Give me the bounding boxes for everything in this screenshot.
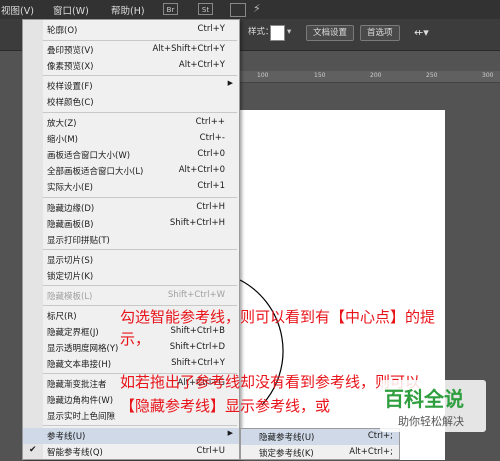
watermark-title: 百科全说 xyxy=(384,387,464,411)
menu-item-hide-text-threads[interactable]: 隐藏文本串接(H) Shift+Ctrl+Y xyxy=(23,356,239,372)
submenu-item-hide-guides[interactable]: 隐藏参考线(U) Ctrl+; xyxy=(241,429,399,445)
annotation-line-2: 示， xyxy=(120,330,151,348)
menu-item-overprint-preview[interactable]: 叠印预览(V) Alt+Shift+Ctrl+Y xyxy=(23,42,239,58)
watermark-subtitle: 助你轻松解决 xyxy=(398,415,464,428)
annotation-line-3: 如若拖出了参考线却没有看到参考线，则可以 xyxy=(120,373,421,391)
menu-item-guides[interactable]: 参考线(U) ▶ xyxy=(23,428,239,444)
menu-item-fit-all[interactable]: 全部画板适合窗口大小(L) Alt+Ctrl+0 xyxy=(23,163,239,179)
menu-item-fit-artboard[interactable]: 画板适合窗口大小(W) Ctrl+0 xyxy=(23,147,239,163)
menu-item-smart-guides[interactable]: ✔ 智能参考线(Q) Ctrl+U xyxy=(23,444,239,460)
menu-item-hide-artboards[interactable]: 隐藏画板(B) Shift+Ctrl+H xyxy=(23,216,239,232)
menu-divider xyxy=(43,40,237,41)
menu-item-hide-edges[interactable]: 隐藏边缘(D) Ctrl+H xyxy=(23,200,239,216)
menu-item-lock-slices[interactable]: 锁定切片(K) xyxy=(23,268,239,284)
menu-divider xyxy=(43,197,237,198)
menu-divider xyxy=(43,425,237,426)
guides-submenu: 隐藏参考线(U) Ctrl+; 锁定参考线(K) Alt+Ctrl+; xyxy=(240,428,400,460)
menu-item-print-tiling[interactable]: 显示打印拼贴(T) xyxy=(23,232,239,248)
chevron-right-icon: ▶ xyxy=(227,79,233,87)
submenu-item-lock-guides[interactable]: 锁定参考线(K) Alt+Ctrl+; xyxy=(241,445,399,461)
menu-item-pixel-preview[interactable]: 像素预览(X) Alt+Ctrl+Y xyxy=(23,58,239,74)
watermark-logo: 百科全说 助你轻松解决 xyxy=(380,380,486,432)
menu-item-zoom-out[interactable]: 缩小(M) Ctrl+- xyxy=(23,131,239,147)
menu-item-hide-template: 隐藏模板(L) Shift+Ctrl+W xyxy=(47,290,225,302)
checkmark-icon: ✔ xyxy=(29,445,37,455)
menu-divider xyxy=(43,112,237,113)
menu-item-proof-setup[interactable]: 校样设置(F) ▶ xyxy=(23,78,239,94)
menu-item-outline[interactable]: 轮廓(O) Ctrl+Y xyxy=(23,22,239,38)
annotation-line-4: 【隐藏参考线】显示参考线，或 xyxy=(120,397,331,415)
menu-divider xyxy=(43,249,237,250)
menu-divider xyxy=(43,75,237,76)
annotation-line-1: 勾选智能参考线，则可以看到有【中心点】的提 xyxy=(120,308,436,326)
chevron-right-icon: ▶ xyxy=(227,429,233,437)
menu-item-actual-size[interactable]: 实际大小(E) Ctrl+1 xyxy=(23,179,239,195)
menu-item-show-slices[interactable]: 显示切片(S) xyxy=(23,252,239,268)
menu-divider xyxy=(43,285,237,286)
menu-item-proof-colors[interactable]: 校样颜色(C) xyxy=(23,94,239,110)
view-menu-dropdown: 轮廓(O) Ctrl+Y 叠印预览(V) Alt+Shift+Ctrl+Y 像素预览… xyxy=(22,19,240,460)
menu-item-zoom-in[interactable]: 放大(Z) Ctrl++ xyxy=(23,115,239,131)
